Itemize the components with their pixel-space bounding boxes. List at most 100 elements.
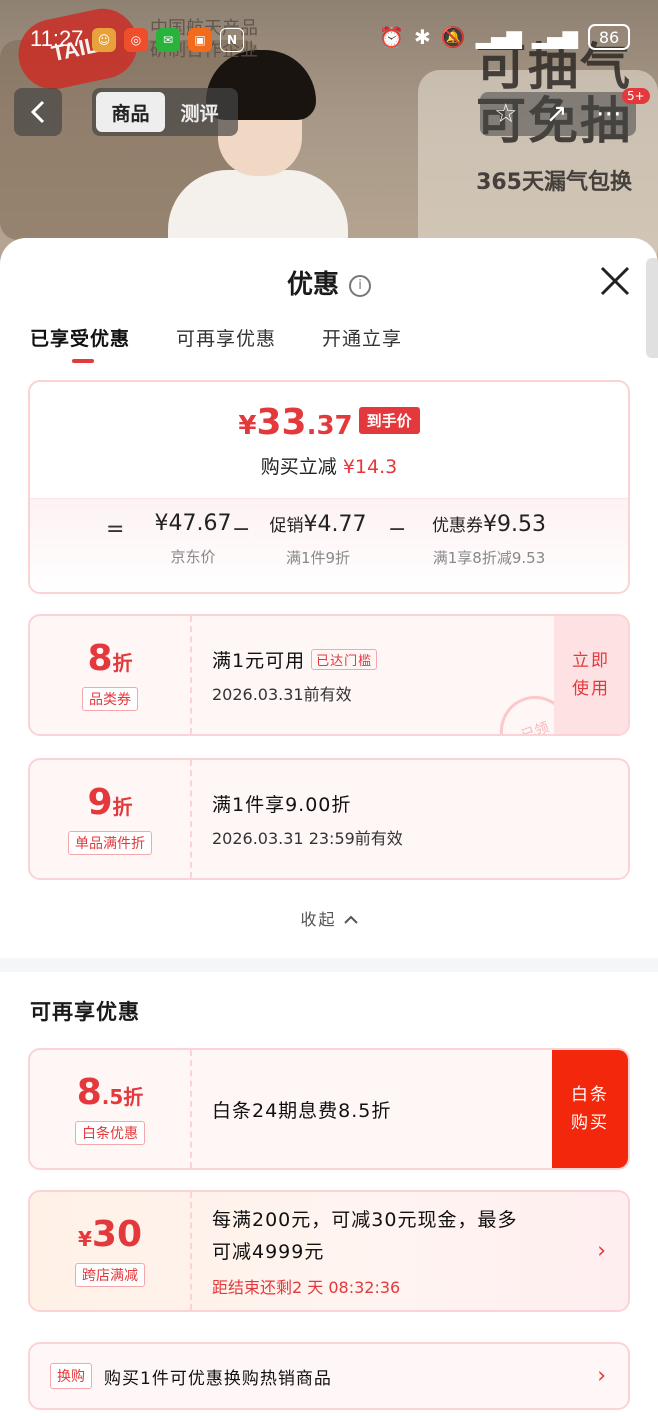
promo-value: ¥4.77 — [303, 512, 367, 537]
status-bar: 11:27 ☺ ◎ ✉ ▣ N ⏰ ✱ 🔕 ▂▄▆ ▂▄▆ 86 — [0, 0, 658, 80]
coupon-kind: 白条优惠 — [75, 1121, 145, 1145]
back-button[interactable] — [14, 88, 62, 136]
coupon-condition: 满1元可用 — [212, 649, 306, 672]
info-icon[interactable]: i — [349, 274, 371, 297]
tab-review[interactable]: 测评 — [165, 92, 234, 132]
nfc-icon: N — [220, 28, 244, 52]
coupon-unit: 折 — [112, 795, 133, 819]
coupon-divider — [190, 616, 192, 734]
tab-enjoyed[interactable]: 已享受优惠 — [30, 324, 130, 363]
more-icon[interactable]: ⋯ — [596, 99, 622, 129]
share-icon[interactable]: ↗ — [546, 99, 568, 129]
threshold-badge: 已达门槛 — [311, 648, 378, 670]
jd-price-label: 京东价 — [170, 548, 216, 566]
alarm-icon: ⏰ — [379, 25, 405, 49]
chevron-left-icon — [30, 100, 45, 124]
final-price: ¥33.37 到手价 — [30, 402, 628, 443]
chevron-right-icon: › — [597, 1363, 606, 1389]
baitiao-desc: 白条24期息费8.5折 — [212, 1099, 392, 1122]
baitiao-buy-label: 白条购买 — [571, 1085, 609, 1133]
sheet-title: 优惠 i — [0, 264, 658, 301]
tab-more-available[interactable]: 可再享优惠 — [176, 324, 276, 363]
minus-sign: − — [232, 517, 251, 542]
collapse-button[interactable]: 收起 — [0, 906, 658, 930]
coupon-big-number: 9 — [87, 782, 113, 823]
swap-text: 购买1件可优惠换购热销商品 — [104, 1368, 332, 1389]
coupon-big-number: 8 — [76, 1072, 102, 1113]
use-now-label: 立即使用 — [572, 651, 610, 699]
cross-store-desc: 每满200元，可减30元现金，最多 — [212, 1209, 518, 1231]
coupon-big-number: 30 — [91, 1214, 143, 1255]
section-separator — [0, 958, 658, 972]
use-now-button[interactable]: 立即使用 — [554, 616, 628, 734]
final-price-int: 33 — [256, 402, 307, 443]
chevron-up-icon — [343, 915, 358, 924]
app-notification-icon: ◎ — [124, 28, 148, 52]
price-summary: ¥33.37 到手价 购买立减 ¥14.3 = ¥47.67 京东价 − 促销¥4… — [28, 380, 630, 594]
coupon-kind: 品类券 — [82, 687, 138, 711]
coupon-divider — [190, 1050, 192, 1168]
discount-tabs: 已享受优惠 可再享优惠 开通立享 — [30, 324, 402, 363]
countdown-text: 距结束还剩2 天 08:32:36 — [212, 1278, 401, 1297]
discount-sheet: 优惠 i 已享受优惠 可再享优惠 开通立享 ¥33.37 到手价 购买立减 ¥14.… — [0, 238, 658, 1416]
mute-icon: 🔕 — [440, 25, 466, 49]
status-right: ⏰ ✱ 🔕 ▂▄▆ ▂▄▆ 86 — [379, 24, 630, 50]
coupon-value-block: 8折 品类券 — [30, 616, 190, 734]
cross-store-desc-2: 可减4999元 — [212, 1241, 325, 1263]
equals-sign: = — [106, 517, 125, 542]
coupon-card-single[interactable]: 9折 单品满件折 满1件享9.00折 2026.03.31 23:59前有效 — [28, 758, 630, 880]
promo-desc: 满1件9折 — [285, 549, 351, 567]
coupon-info: 每满200元，可减30元现金，最多 可减4999元 距结束还剩2 天 08:32… — [212, 1192, 517, 1310]
coupon-divider — [190, 760, 192, 878]
baitiao-offer-card[interactable]: 8.5折 白条优惠 白条24期息费8.5折 白条购买 — [28, 1048, 630, 1170]
cross-store-offer-card[interactable]: ¥30 跨店满减 每满200元，可减30元现金，最多 可减4999元 距结束还剩… — [28, 1190, 630, 1312]
currency-symbol: ¥ — [238, 411, 257, 441]
bluetooth-icon: ✱ — [414, 25, 431, 49]
message-badge: 5+ — [622, 88, 650, 104]
coupon-kind: 单品满件折 — [68, 831, 152, 855]
minus-sign: − — [388, 517, 407, 542]
coupon-label: 优惠券 — [432, 516, 483, 536]
close-icon[interactable] — [598, 264, 632, 298]
coupon-card-category[interactable]: 8折 品类券 满1元可用 已达门槛 2026.03.31前有效 已领 立即使用 — [28, 614, 630, 736]
swap-offer-card[interactable]: 换购 购买1件可优惠换购热销商品 › — [28, 1342, 630, 1410]
currency-symbol: ¥ — [77, 1227, 92, 1251]
coupon-divider — [190, 1192, 192, 1310]
status-app-icons: ☺ ◎ ✉ ▣ N — [92, 28, 244, 52]
coupon-info: 满1件享9.00折 2026.03.31 23:59前有效 — [212, 760, 403, 878]
coupon-value-block: 9折 单品满件折 — [30, 760, 190, 878]
reduce-label: 购买立减 — [260, 456, 337, 478]
coupon-big-number: 8 — [87, 638, 113, 679]
swap-kind: 换购 — [50, 1363, 92, 1389]
coupon-kind: 跨店满减 — [75, 1263, 145, 1287]
tab-product[interactable]: 商品 — [96, 92, 165, 132]
baitiao-buy-button[interactable]: 白条购买 — [552, 1050, 628, 1168]
final-price-dec: .37 — [306, 411, 353, 441]
tab-activate[interactable]: 开通立享 — [322, 324, 402, 363]
signal-icon-2: ▂▄▆ — [531, 25, 578, 49]
chevron-right-icon: › — [597, 1238, 606, 1264]
coupon-condition: 满1件享9.00折 — [212, 793, 352, 816]
final-price-tag: 到手价 — [358, 407, 420, 434]
top-right-actions: ☆ ↗ ⋯ — [480, 92, 636, 136]
reduce-value: ¥14.3 — [342, 456, 398, 478]
wechat-icon: ✉ — [156, 28, 180, 52]
coupon-col: 优惠券¥9.53 满1享8折减9.53 — [416, 511, 562, 568]
coupon-expiry: 2026.03.31前有效 — [212, 684, 352, 704]
sheet-title-text: 优惠 — [286, 270, 339, 300]
reduce-line: 购买立减 ¥14.3 — [30, 452, 628, 479]
app-notification-icon: ☺ — [92, 28, 116, 52]
coupon-desc: 满1享8折减9.53 — [432, 549, 546, 567]
coupon-decimal: .5 — [101, 1085, 124, 1109]
status-time: 11:27 — [30, 26, 84, 51]
promo-line3: 365天漏气包换 — [476, 170, 632, 195]
price-breakdown: = ¥47.67 京东价 − 促销¥4.77 满1件9折 − 优惠券¥9.53 … — [30, 498, 628, 592]
star-icon[interactable]: ☆ — [494, 99, 517, 129]
section-title-more: 可再享优惠 — [30, 1000, 140, 1024]
coupon-value-block: 8.5折 白条优惠 — [30, 1050, 190, 1168]
app-notification-icon: ▣ — [188, 28, 212, 52]
collapse-label: 收起 — [300, 910, 337, 929]
coupon-value-block: ¥30 跨店满减 — [30, 1192, 190, 1310]
promo-col: 促销¥4.77 满1件9折 — [260, 511, 376, 568]
battery-icon: 86 — [588, 24, 630, 50]
